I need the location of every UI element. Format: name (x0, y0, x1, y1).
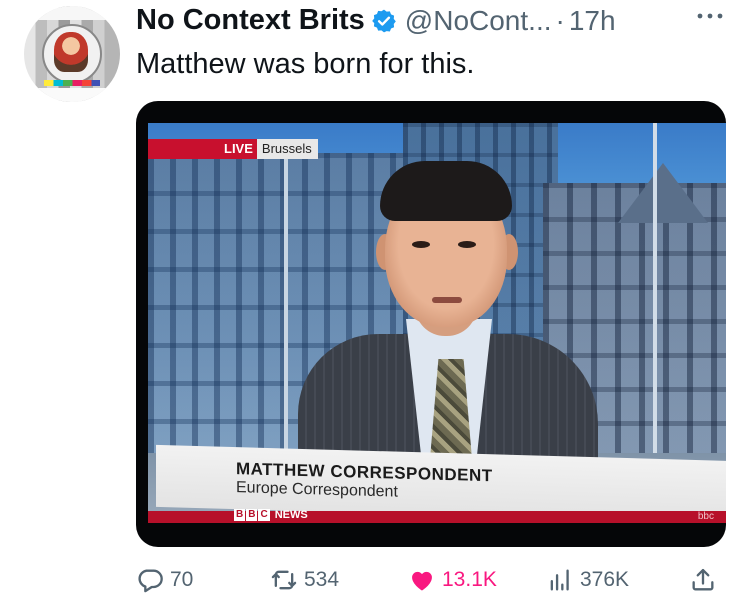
brand-letter-3: C (258, 508, 270, 521)
author-avatar[interactable] (24, 6, 120, 102)
author-name[interactable]: No Context Brits (136, 4, 365, 37)
verified-badge-icon[interactable] (371, 8, 397, 34)
background-gable (618, 163, 708, 223)
corner-channel-logo: bbc (697, 511, 714, 522)
brand-letter-1: B (234, 508, 246, 521)
reply-icon (138, 569, 163, 593)
caption-title: Europe Correspondent (236, 479, 398, 501)
live-location-bar: LIVE Brussels (148, 139, 318, 159)
share-button[interactable] (689, 563, 717, 597)
reporter-eye-right (458, 241, 476, 248)
reporter-hair (380, 161, 512, 221)
more-dots-icon[interactable] (694, 6, 726, 26)
tweet-timestamp[interactable]: 17h (569, 5, 616, 37)
background-pole-left (284, 143, 288, 463)
retweet-button[interactable]: 534 (270, 563, 339, 597)
tweet-header: No Context Brits @NoCont... · 17h (136, 4, 616, 37)
reply-button[interactable]: 70 (136, 563, 193, 597)
live-bar-red-block (148, 139, 220, 159)
reply-count: 70 (170, 568, 194, 591)
retweet-icon (271, 570, 297, 590)
reporter-eye-left (412, 241, 430, 248)
brand-news: NEWS (274, 508, 308, 521)
header-separator: · (555, 4, 565, 36)
reporter-mouth (432, 297, 462, 303)
background-pole-right (653, 123, 657, 453)
tv-screen: LIVE Brussels MATTHEW CORRESPONDENT Euro… (148, 123, 726, 523)
retweet-count: 534 (304, 568, 340, 591)
tweet-text: Matthew was born for this. (136, 48, 475, 80)
heart-filled-icon (412, 571, 432, 591)
avatar-figure (54, 32, 88, 72)
author-handle[interactable]: @NoCont... (405, 5, 552, 37)
views-button[interactable]: 376K (546, 563, 629, 597)
avatar-top-bar (24, 6, 120, 20)
avatar-bottom-bar (24, 88, 120, 102)
avatar-color-strip (44, 80, 100, 86)
brand-letter-2: B (246, 508, 258, 521)
like-count: 13.1K (442, 568, 497, 591)
share-icon (692, 568, 714, 591)
tweet-media-image[interactable]: LIVE Brussels MATTHEW CORRESPONDENT Euro… (136, 101, 726, 547)
views-chart-icon (550, 569, 569, 591)
live-tag: LIVE (220, 139, 257, 159)
like-button[interactable]: 13.1K (408, 563, 497, 597)
tweet-action-bar: 70 534 13.1K 376K (136, 563, 726, 599)
bbc-news-brand: B B C NEWS (234, 507, 308, 522)
views-count: 376K (580, 568, 630, 591)
